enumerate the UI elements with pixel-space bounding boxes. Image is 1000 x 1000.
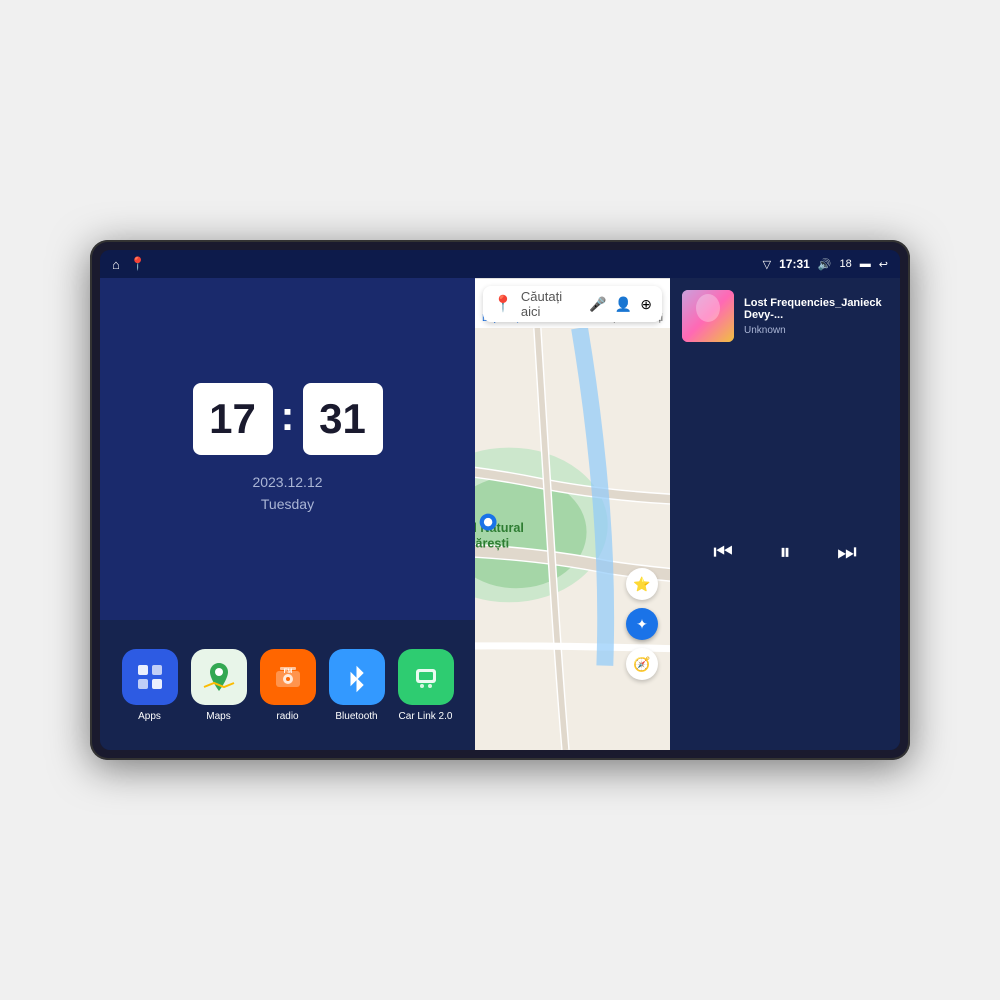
map-compass-button[interactable]: 🧭 [626,648,658,680]
battery-level: 18 [840,258,852,270]
account-icon[interactable]: 👤 [615,296,632,313]
music-controls: ⏮ ⏸ ⏭ [670,354,900,750]
top-row: 📍 Căutați aici 🎤 👤 ⊕ [475,278,900,750]
map-search-bar[interactable]: 📍 Căutați aici 🎤 👤 ⊕ [483,286,662,322]
map-star-button[interactable]: ⭐ [626,568,658,600]
device-screen: ⌂ 📍 ▽ 17:31 🔊 18 ▬ ↩ 17 : [100,250,900,750]
app-shortcuts-row: Apps Maps [100,620,475,750]
map-search-actions: 🎤 👤 ⊕ [589,296,652,313]
left-panel: 17 : 31 2023.12.12 Tuesday [100,278,475,750]
google-maps-pin-icon: 📍 [493,294,513,314]
bluetooth-icon [329,649,385,705]
status-time: 17:31 [779,257,810,271]
clock-display: 17 : 31 [193,383,383,455]
music-title: Lost Frequencies_Janieck Devy-... [744,297,888,321]
mic-icon[interactable]: 🎤 [589,296,606,313]
music-info: Lost Frequencies_Janieck Devy-... Unknow… [670,278,900,354]
map-search-text[interactable]: Căutați aici [521,289,581,319]
volume-icon: 🔊 [818,258,832,271]
device-frame: ⌂ 📍 ▽ 17:31 🔊 18 ▬ ↩ 17 : [90,240,910,760]
play-pause-button[interactable]: ⏸ [779,539,790,565]
right-side: 📍 Căutați aici 🎤 👤 ⊕ [475,278,900,750]
radio-icon: FM [260,649,316,705]
maps-icon [191,649,247,705]
clock-colon: : [281,392,295,440]
next-button[interactable]: ⏭ [837,539,857,565]
maps-status-icon[interactable]: 📍 [130,256,146,272]
music-thumbnail [682,290,734,342]
apps-icon [122,649,178,705]
music-panel: Lost Frequencies_Janieck Devy-... Unknow… [670,278,900,750]
home-icon[interactable]: ⌂ [112,257,120,272]
status-bar: ⌂ 📍 ▽ 17:31 🔊 18 ▬ ↩ [100,250,900,278]
app-item-maps[interactable]: Maps [191,649,247,722]
map-locate-button[interactable]: ✦ [626,608,658,640]
app-item-radio[interactable]: FM radio [260,649,316,722]
map-visual: Parcul Natural Văcărești Leroy Merlin BU… [475,328,670,750]
clock-minute: 31 [303,383,383,455]
layers-icon[interactable]: ⊕ [640,296,652,313]
music-text: Lost Frequencies_Janieck Devy-... Unknow… [744,297,888,336]
back-button[interactable]: ↩ [879,258,888,271]
music-artist: Unknown [744,325,888,336]
svg-text:Văcărești: Văcărești [475,536,509,550]
app-item-carlink[interactable]: Car Link 2.0 [398,649,454,722]
radio-label: radio [276,711,298,722]
main-area: 17 : 31 2023.12.12 Tuesday [100,278,900,750]
carlink-icon [398,649,454,705]
status-left-icons: ⌂ 📍 [112,256,146,272]
apps-label: Apps [138,711,161,722]
battery-icon: ▬ [860,258,871,270]
clock-date: 2023.12.12 Tuesday [252,471,322,516]
svg-text:FM: FM [283,669,292,675]
app-item-bluetooth[interactable]: Bluetooth [329,649,385,722]
clock-hour: 17 [193,383,273,455]
bluetooth-label: Bluetooth [335,711,377,722]
status-right: ▽ 17:31 🔊 18 ▬ ↩ [763,257,888,271]
signal-icon: ▽ [763,258,771,271]
maps-label: Maps [206,711,230,722]
map-container[interactable]: 📍 Căutați aici 🎤 👤 ⊕ [475,278,670,750]
app-item-apps[interactable]: Apps [122,649,178,722]
prev-button[interactable]: ⏮ [713,539,733,565]
clock-widget: 17 : 31 2023.12.12 Tuesday [100,278,475,620]
carlink-label: Car Link 2.0 [399,711,453,722]
